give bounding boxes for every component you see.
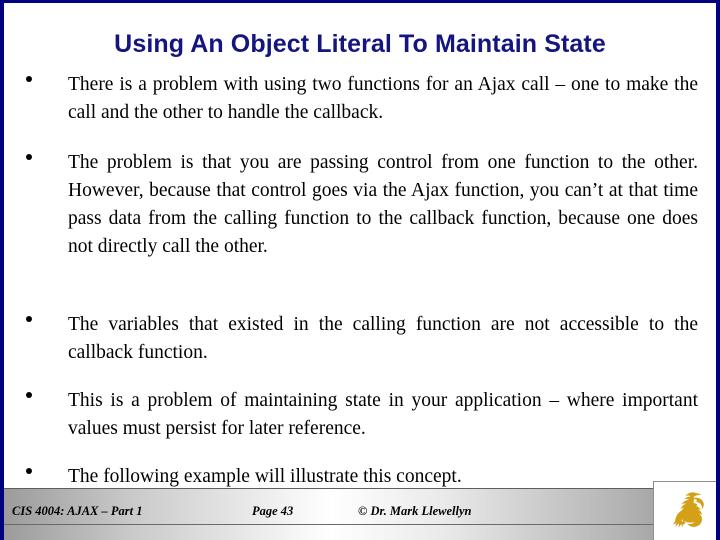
ucf-pegasus-logo [653,481,716,540]
footer-copyright: © Dr. Mark Llewellyn [358,503,472,518]
slide-body: There is a problem with using two functi… [4,69,716,488]
list-item-text: The following example will illustrate th… [68,466,462,487]
bullet-dot-icon [26,154,32,160]
list-item: There is a problem with using two functi… [26,71,698,127]
slide-footer: CIS 4004: AJAX – Part 1 Page 43 © Dr. Ma… [4,488,716,540]
footer-divider-bottom [4,525,716,540]
footer-text-row: CIS 4004: AJAX – Part 1 Page 43 © Dr. Ma… [4,498,716,524]
bullet-dot-icon [26,76,32,82]
list-item: The variables that existed in the callin… [26,311,698,367]
list-item: This is a problem of maintaining state i… [26,387,698,443]
bullet-dot-icon [26,468,32,474]
page-title: Using An Object Literal To Maintain Stat… [114,29,606,58]
slide-title-area: Using An Object Literal To Maintain Stat… [4,25,716,63]
list-item-text: The variables that existed in the callin… [68,314,698,363]
list-item-text: There is a problem with using two functi… [68,74,698,123]
list-item-text: The problem is that you are passing cont… [68,152,698,257]
list-item-text: This is a problem of maintaining state i… [68,390,698,439]
slide: Using An Object Literal To Maintain Stat… [0,0,720,540]
footer-page-number: Page 43 [252,503,294,518]
bullet-dot-icon [26,392,32,398]
list-item: The following example will illustrate th… [26,463,698,491]
footer-course-label: CIS 4004: AJAX – Part 1 [12,503,143,518]
list-item: The problem is that you are passing cont… [26,149,698,261]
pegasus-icon [672,492,704,528]
bullet-dot-icon [26,316,32,322]
